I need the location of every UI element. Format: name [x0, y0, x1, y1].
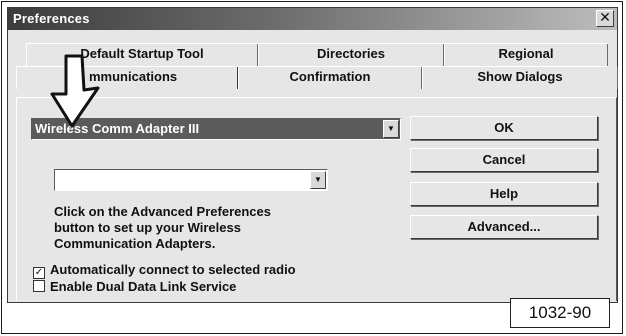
help-line: Communication Adapters. [54, 236, 216, 251]
advanced-button[interactable]: Advanced... [410, 215, 598, 239]
tab-regional[interactable]: Regional [444, 44, 608, 66]
dual-data-link-label: Enable Dual Data Link Service [50, 279, 237, 294]
close-icon: ✕ [599, 10, 611, 26]
advanced-help-text: Click on the Advanced Preferences button… [54, 204, 271, 252]
auto-connect-checkbox[interactable]: ✓ [33, 267, 45, 279]
adapter-secondary-select[interactable]: ▼ [54, 169, 328, 191]
dual-data-link-checkbox-row[interactable]: Enable Dual Data Link Service [33, 279, 236, 294]
help-line: Click on the Advanced Preferences [54, 204, 271, 219]
tab-directories[interactable]: Directories [258, 44, 444, 66]
chevron-down-icon[interactable]: ▼ [310, 171, 326, 189]
figure-number: 1032-90 [510, 298, 610, 328]
dual-data-link-checkbox[interactable] [33, 280, 45, 292]
window-title: Preferences [13, 11, 90, 26]
close-button[interactable]: ✕ [596, 10, 614, 27]
help-line: button to set up your Wireless [54, 220, 241, 235]
ok-button[interactable]: OK [410, 116, 598, 140]
callout-arrow-icon [50, 54, 100, 128]
auto-connect-label: Automatically connect to selected radio [50, 262, 296, 277]
auto-connect-checkbox-row[interactable]: ✓ Automatically connect to selected radio [33, 262, 296, 279]
tab-confirmation[interactable]: Confirmation [238, 67, 422, 89]
title-bar: Preferences ✕ [8, 8, 617, 30]
help-button[interactable]: Help [410, 182, 598, 206]
tab-show-dialogs[interactable]: Show Dialogs [422, 67, 618, 89]
chevron-down-icon[interactable]: ▼ [383, 120, 399, 138]
cancel-button[interactable]: Cancel [410, 148, 598, 172]
